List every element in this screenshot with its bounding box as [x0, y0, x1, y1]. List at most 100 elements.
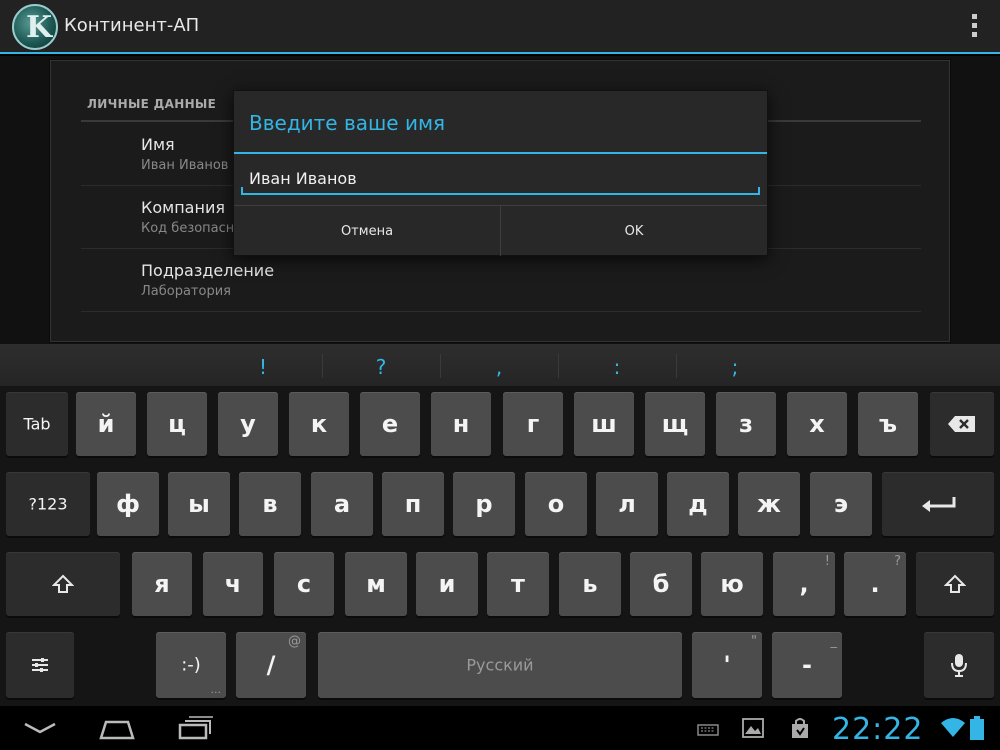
shift-key-left[interactable]: [6, 552, 120, 616]
key-letter[interactable]: д: [667, 472, 729, 536]
key-letter[interactable]: б: [630, 552, 692, 616]
key-letter[interactable]: л: [596, 472, 658, 536]
key-letter[interactable]: ц: [147, 392, 207, 456]
overflow-menu-icon[interactable]: [970, 14, 978, 40]
key-letter[interactable]: й: [76, 392, 136, 456]
key-letter[interactable]: к: [289, 392, 349, 456]
key-letter[interactable]: т: [487, 552, 549, 616]
soft-keyboard: ! ? , : ; Tab й ц у к е н г ш щ з х ъ ?1…: [0, 344, 1000, 706]
smiley-key[interactable]: :-) ...: [156, 632, 226, 698]
ok-button[interactable]: OK: [501, 206, 767, 256]
key-label: т: [511, 570, 525, 598]
key-letter[interactable]: г: [503, 392, 563, 456]
suggestion-item[interactable]: ,: [440, 344, 558, 386]
key-label: з: [739, 410, 753, 438]
key-letter[interactable]: р: [453, 472, 515, 536]
suggestion-strip: ! ? , : ;: [0, 344, 1000, 386]
recent-apps-icon[interactable]: [178, 716, 214, 740]
key-label: ю: [720, 570, 744, 598]
app-logo-letter: K: [26, 10, 53, 45]
key-letter[interactable]: в: [239, 472, 301, 536]
home-icon[interactable]: [98, 718, 136, 740]
symbols-key[interactable]: ?123: [6, 472, 90, 536]
settings-key[interactable]: [6, 632, 74, 698]
dialog-title: Введите ваше имя: [249, 111, 446, 135]
key-letter[interactable]: ы: [168, 472, 230, 536]
key-label: ш: [591, 410, 617, 438]
key-letter[interactable]: з: [716, 392, 776, 456]
slash-key[interactable]: @ /: [236, 632, 306, 698]
key-label: /: [266, 651, 276, 679]
key-letter[interactable]: н: [431, 392, 491, 456]
key-letter[interactable]: а: [311, 472, 373, 536]
pref-item-department[interactable]: Подразделение Лаборатория: [141, 261, 274, 299]
input-underline-cap: [241, 187, 243, 195]
key-letter[interactable]: и: [416, 552, 478, 616]
key-letter[interactable]: щ: [645, 392, 705, 456]
key-letter[interactable]: п: [382, 472, 444, 536]
hide-keyboard-icon[interactable]: [22, 720, 58, 736]
key-letter[interactable]: э: [810, 472, 872, 536]
backspace-key[interactable]: [930, 392, 994, 456]
key-letter[interactable]: ч: [203, 552, 263, 616]
key-letter[interactable]: е: [360, 392, 420, 456]
suggestion-item[interactable]: !: [204, 344, 322, 386]
key-letter[interactable]: у: [218, 392, 278, 456]
pref-summary: Иван Иванов: [141, 158, 229, 173]
name-input[interactable]: [241, 163, 760, 195]
section-header: ЛИЧНЫЕ ДАННЫЕ: [87, 97, 217, 111]
key-hint: ?: [894, 554, 901, 569]
shift-icon: [52, 574, 74, 593]
key-letter[interactable]: о: [525, 472, 587, 536]
key-letter[interactable]: ж: [738, 472, 800, 536]
wifi-icon: [941, 718, 965, 737]
suggestion-item[interactable]: :: [558, 344, 676, 386]
key-letter[interactable]: ф: [97, 472, 159, 536]
suggestion-item[interactable]: ;: [676, 344, 794, 386]
shopping-bag-icon[interactable]: [789, 717, 811, 739]
period-key[interactable]: ? .: [844, 552, 906, 616]
cancel-button[interactable]: Отмена: [234, 206, 500, 256]
key-label: ,: [799, 570, 809, 598]
dialog-title-divider: [234, 152, 767, 154]
dash-key[interactable]: _ -: [772, 632, 842, 698]
voice-input-key[interactable]: [924, 632, 994, 698]
pref-item-name[interactable]: Имя Иван Иванов: [141, 135, 228, 173]
pref-title: Имя: [141, 135, 175, 154]
key-label: н: [452, 410, 470, 438]
key-label: м: [366, 570, 386, 598]
key-letter[interactable]: ю: [701, 552, 763, 616]
key-label: д: [688, 490, 708, 518]
key-label: ': [723, 651, 731, 679]
key-label: ц: [168, 410, 186, 438]
pref-divider: [81, 311, 921, 312]
comma-key[interactable]: ! ,: [773, 552, 835, 616]
space-key[interactable]: Русский: [318, 632, 682, 698]
key-letter[interactable]: ш: [574, 392, 634, 456]
action-bar: K Континент-АП: [0, 0, 1000, 54]
suggestion-item[interactable]: ?: [322, 344, 440, 386]
apostrophe-key[interactable]: " ': [692, 632, 762, 698]
key-letter[interactable]: я: [132, 552, 192, 616]
key-letter[interactable]: ь: [559, 552, 621, 616]
image-notification-icon[interactable]: [742, 718, 764, 738]
key-label: .: [870, 570, 880, 598]
key-label: е: [381, 410, 399, 438]
key-letter[interactable]: х: [787, 392, 847, 456]
key-label: ъ: [878, 410, 898, 438]
key-hint: ": [751, 634, 757, 649]
app-logo-icon[interactable]: K: [12, 4, 58, 50]
input-underline-cap: [758, 187, 760, 195]
shift-key-right[interactable]: [916, 552, 994, 616]
key-letter[interactable]: с: [274, 552, 334, 616]
key-label: я: [154, 570, 170, 598]
key-letter[interactable]: ъ: [858, 392, 918, 456]
microphone-icon: [951, 654, 967, 677]
key-label: ?123: [28, 494, 68, 514]
key-hint: !: [824, 554, 830, 569]
enter-key[interactable]: [882, 472, 994, 536]
key-letter[interactable]: м: [345, 552, 407, 616]
dialog-button-bar: Отмена OK: [234, 205, 767, 256]
key-label: й: [97, 410, 115, 438]
tab-key[interactable]: Tab: [6, 392, 68, 456]
